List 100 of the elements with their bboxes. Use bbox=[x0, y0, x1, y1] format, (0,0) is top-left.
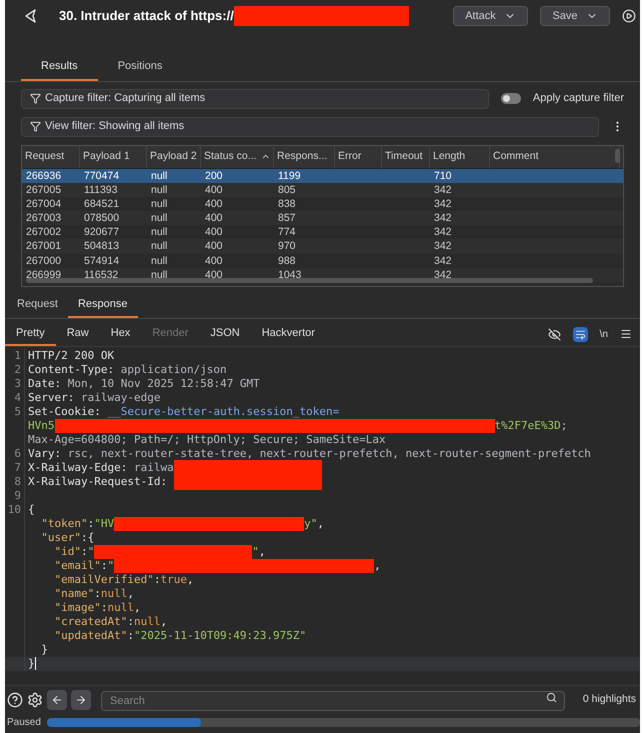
scrollbar[interactable] bbox=[26, 278, 593, 282]
table-cell: 684521 bbox=[84, 198, 120, 210]
code-text: y" bbox=[304, 516, 318, 530]
play-icon[interactable] bbox=[622, 9, 636, 23]
table-cell: 400 bbox=[205, 254, 223, 267]
column-header[interactable]: Error bbox=[335, 146, 382, 168]
column-header[interactable]: Payload 2 bbox=[147, 146, 201, 168]
code-text: , bbox=[374, 558, 381, 572]
search-field[interactable]: Search bbox=[101, 690, 565, 710]
code-text: Date: bbox=[28, 376, 62, 390]
table-cell: 342 bbox=[434, 268, 452, 281]
dropdown-button[interactable]: Save bbox=[540, 6, 610, 26]
view-filter-bar[interactable]: View filter: Showing all items bbox=[21, 116, 599, 136]
code-text: : bbox=[154, 572, 160, 586]
column-header[interactable]: Request bbox=[22, 146, 80, 168]
code-text: { bbox=[28, 502, 35, 516]
forward-button[interactable] bbox=[71, 690, 91, 710]
table-cell: 267004 bbox=[26, 198, 62, 210]
dropdown-button[interactable]: Attack bbox=[453, 6, 528, 26]
tab[interactable]: Positions bbox=[98, 54, 182, 80]
tab[interactable]: Results bbox=[21, 54, 98, 80]
table-cell: 267005 bbox=[26, 184, 62, 196]
code-text: "image" bbox=[53, 600, 101, 614]
table-cell: 970 bbox=[278, 240, 296, 252]
toggle-switch[interactable] bbox=[500, 93, 521, 104]
table-cell: null bbox=[151, 170, 168, 182]
view-tab[interactable]: Raw bbox=[56, 323, 100, 346]
table-cell: 267000 bbox=[26, 254, 62, 267]
filter-icon bbox=[30, 93, 41, 104]
left-arrow-icon bbox=[51, 694, 63, 706]
table-cell: null bbox=[151, 212, 168, 224]
back-button[interactable] bbox=[47, 690, 67, 710]
line-number: 10 bbox=[8, 502, 21, 516]
table-cell: null bbox=[151, 226, 168, 238]
code-text: null bbox=[134, 614, 160, 628]
view-tab[interactable]: JSON bbox=[199, 323, 251, 346]
scrollbar[interactable] bbox=[615, 148, 620, 162]
table-cell: 857 bbox=[278, 212, 296, 224]
table-cell: 838 bbox=[278, 198, 296, 210]
column-header[interactable]: Timeout bbox=[382, 146, 430, 168]
highlights-count: 0 highlights bbox=[582, 692, 636, 707]
code-text: Max-Age=604800; Path=/; HttpOnly; Secure; SameSite=Lax bbox=[28, 432, 386, 446]
code-text: __Secure-better-auth.session_token= bbox=[107, 404, 340, 418]
code-text: "2025-11-10T09:49:23.975Z" bbox=[134, 628, 306, 642]
capture-filter-bar[interactable]: Capture filter: Capturing all items bbox=[21, 88, 489, 108]
code-text: : bbox=[100, 600, 108, 614]
tab[interactable]: Response bbox=[68, 292, 138, 318]
line-number: 5 bbox=[14, 404, 21, 418]
code-text: " bbox=[252, 544, 259, 558]
line-number: 4 bbox=[14, 390, 21, 404]
code-text: :{ bbox=[80, 530, 94, 544]
table-cell: 267002 bbox=[26, 226, 62, 238]
table-cell: 342 bbox=[434, 198, 452, 210]
eye-off-icon[interactable] bbox=[548, 328, 561, 341]
table-cell: 400 bbox=[205, 184, 223, 196]
code-text: : bbox=[127, 628, 134, 642]
table-cell: 774 bbox=[278, 226, 296, 238]
column-header[interactable]: Payload 1 bbox=[80, 146, 147, 168]
code-text: "email" bbox=[53, 558, 101, 572]
table-cell: 342 bbox=[434, 254, 452, 267]
table-cell: 342 bbox=[434, 226, 452, 238]
line-number: 3 bbox=[14, 376, 21, 390]
code-text: Vary: bbox=[28, 446, 62, 460]
column-header[interactable]: Respons... bbox=[274, 146, 335, 168]
wrap-button[interactable] bbox=[572, 326, 588, 342]
table-row[interactable]: 267002 920677 null 400 774 342 bbox=[22, 225, 623, 240]
code-text: HVn5 bbox=[28, 418, 54, 432]
column-header[interactable]: Status co... bbox=[201, 146, 274, 168]
code-text: , bbox=[258, 544, 266, 558]
table-row[interactable]: 267001 504813 null 400 970 342 bbox=[22, 239, 623, 254]
code-text: : bbox=[94, 586, 101, 600]
tab[interactable]: Request bbox=[7, 292, 68, 318]
table-cell: null bbox=[151, 254, 168, 267]
menu-icon[interactable] bbox=[620, 328, 632, 340]
table-row[interactable]: 266936 770474 null 200 1199 710 bbox=[22, 168, 623, 183]
table-row[interactable]: 267003 078500 null 400 857 342 bbox=[22, 211, 623, 226]
line-number: 2 bbox=[14, 362, 21, 376]
table-cell: null bbox=[151, 268, 168, 281]
code-text: "emailVerified" bbox=[53, 572, 154, 586]
search-icon bbox=[546, 692, 557, 702]
table-cell: null bbox=[151, 184, 168, 196]
newline-toggle[interactable]: \n bbox=[600, 326, 608, 342]
table-cell: 342 bbox=[434, 212, 452, 224]
table-cell: 710 bbox=[434, 170, 452, 182]
right-arrow-icon bbox=[75, 694, 87, 706]
view-tab[interactable]: Hex bbox=[100, 323, 142, 346]
code-text: null bbox=[107, 600, 134, 614]
code-text: } bbox=[28, 656, 35, 670]
code-text: t%2F7eE%3D bbox=[494, 418, 561, 432]
view-tab[interactable]: Hackvertor bbox=[250, 323, 326, 346]
table-cell: 1043 bbox=[278, 268, 302, 281]
column-header[interactable]: Length bbox=[430, 146, 490, 168]
table-cell: 267003 bbox=[26, 212, 62, 224]
table-row[interactable]: 267005 111393 null 400 805 342 bbox=[22, 182, 623, 197]
settings-icon[interactable] bbox=[27, 692, 43, 708]
help-icon[interactable] bbox=[7, 692, 23, 708]
code-text: Mon, 10 Nov 2025 12:58:47 GMT bbox=[68, 376, 260, 390]
text-cursor bbox=[34, 657, 36, 670]
code-text: "HV bbox=[94, 516, 114, 530]
line-number: 1 bbox=[14, 348, 21, 362]
